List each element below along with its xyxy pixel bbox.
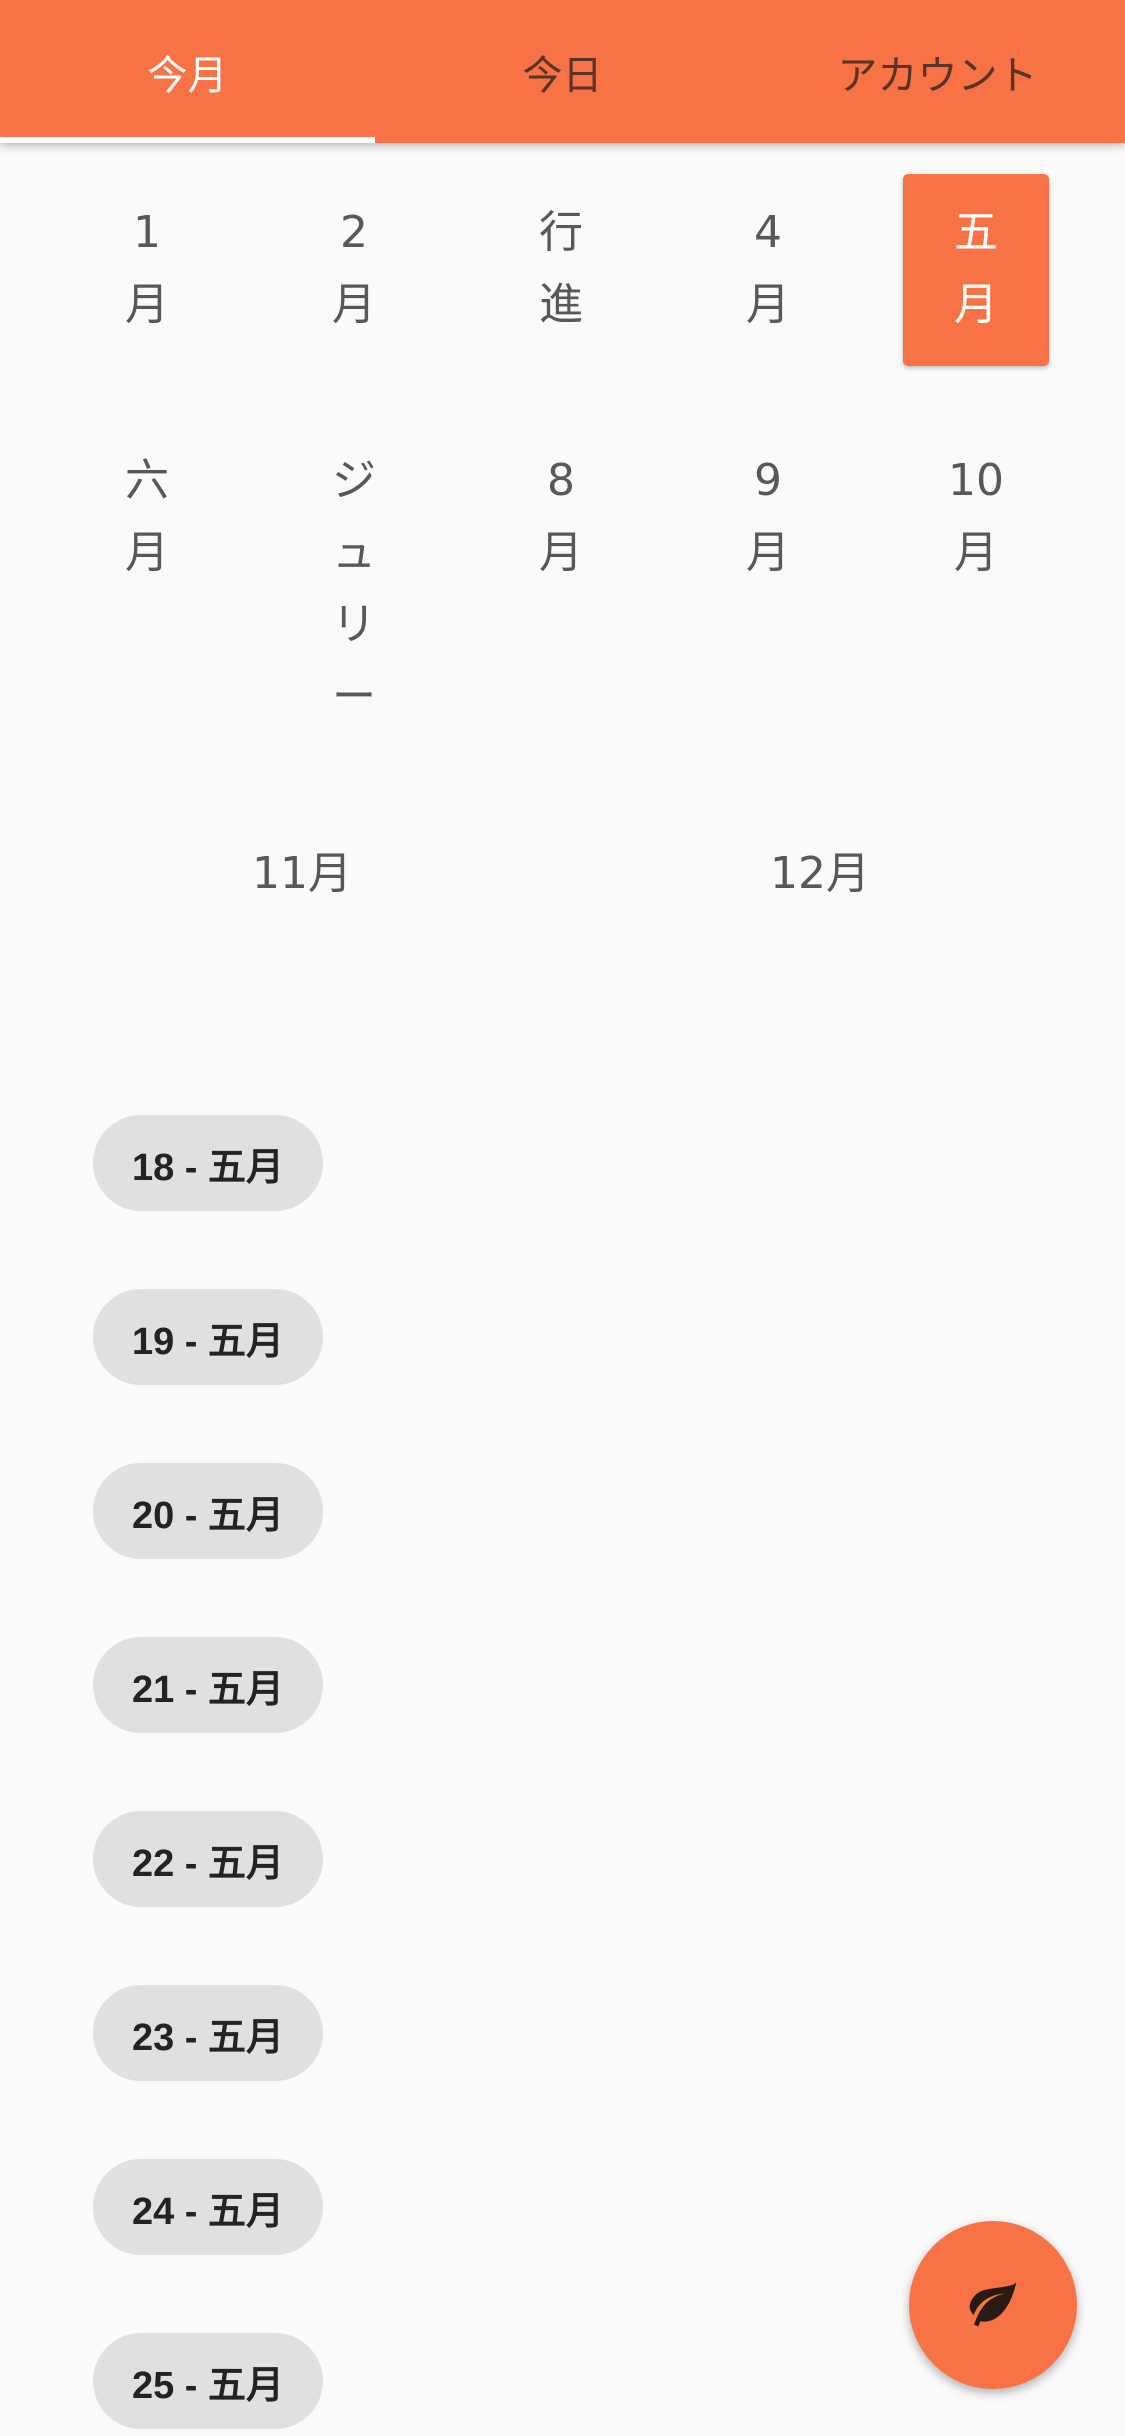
tab-today[interactable]: 今日 — [375, 0, 750, 143]
month-july[interactable]: ジ ュ リ ー — [281, 445, 427, 733]
month-february[interactable]: 2 月 — [281, 197, 427, 341]
month-label-char: ュ — [332, 527, 376, 578]
month-label-char: 月 — [125, 279, 169, 330]
day-chip-24[interactable]: 24 - 五月 — [93, 2159, 323, 2255]
month-december[interactable]: 12月 — [670, 838, 970, 910]
month-june[interactable]: 六 月 — [74, 445, 220, 589]
month-label-char: 行 — [539, 207, 583, 258]
tab-this-month[interactable]: 今月 — [0, 0, 375, 143]
month-may-selected[interactable]: 五 月 — [903, 174, 1049, 366]
month-label-char: 4 — [754, 207, 782, 258]
month-label-char: ジ — [332, 455, 376, 506]
day-chip-21[interactable]: 21 - 五月 — [93, 1637, 323, 1733]
month-label-char: 9 — [754, 455, 782, 506]
month-october[interactable]: 10 月 — [903, 445, 1049, 589]
month-label-char: 月 — [539, 527, 583, 578]
month-august[interactable]: 8 月 — [488, 445, 634, 589]
month-label-char: 月 — [746, 279, 790, 330]
day-chip-23[interactable]: 23 - 五月 — [93, 1985, 323, 2081]
month-label-char: 月 — [746, 527, 790, 578]
month-november[interactable]: 11月 — [152, 838, 452, 910]
month-label-char: 1 — [133, 207, 161, 258]
day-chip-20[interactable]: 20 - 五月 — [93, 1463, 323, 1559]
month-label-char: ー — [332, 671, 376, 722]
leaf-icon — [965, 2275, 1021, 2335]
top-tab-bar: 今月 今日 アカウント — [0, 0, 1125, 143]
month-january[interactable]: 1 月 — [74, 197, 220, 341]
month-september[interactable]: 9 月 — [695, 445, 841, 589]
month-label-char: 六 — [125, 455, 169, 506]
month-label-char: リ — [332, 599, 376, 650]
day-chip-22[interactable]: 22 - 五月 — [93, 1811, 323, 1907]
month-label-char: 10 — [948, 455, 1004, 506]
day-chip-19[interactable]: 19 - 五月 — [93, 1289, 323, 1385]
month-march[interactable]: 行 進 — [488, 197, 634, 341]
month-label-char: 月 — [954, 279, 998, 330]
month-label-char: 2 — [340, 207, 368, 258]
month-april[interactable]: 4 月 — [695, 197, 841, 341]
fab-button[interactable] — [909, 2221, 1077, 2389]
day-chip-25[interactable]: 25 - 五月 — [93, 2333, 323, 2429]
month-label-char: 進 — [539, 279, 583, 330]
month-label-char: 月 — [954, 527, 998, 578]
month-label-char: 五 — [954, 207, 998, 258]
tab-account[interactable]: アカウント — [750, 0, 1125, 143]
month-label-char: 月 — [125, 527, 169, 578]
month-label-char: 月 — [332, 279, 376, 330]
day-chip-18[interactable]: 18 - 五月 — [93, 1115, 323, 1211]
month-label-char: 8 — [547, 455, 575, 506]
